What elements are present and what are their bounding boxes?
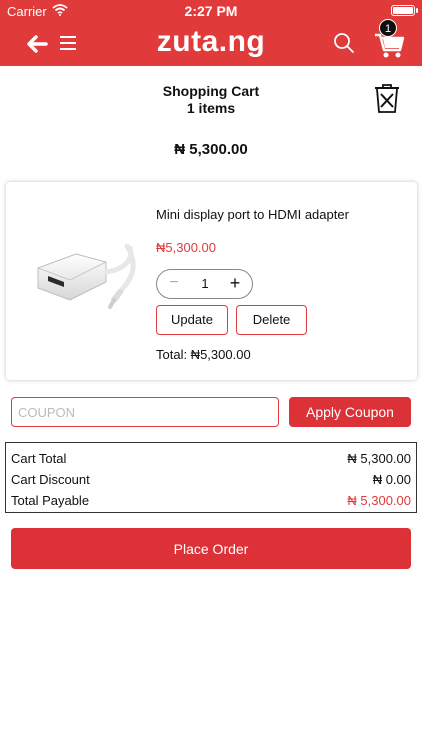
update-button[interactable]: Update xyxy=(156,305,228,335)
page-title: Shopping Cart xyxy=(162,83,260,99)
quantity-stepper[interactable]: − 1 + xyxy=(156,269,253,299)
cart-badge: 1 xyxy=(379,19,397,37)
cart-amount: ₦ 5,300.00 xyxy=(174,141,248,158)
nav-bar: zuta.ng 1 xyxy=(0,19,422,66)
app-header: Carrier 2:27 PM zuta.ng 1 xyxy=(0,0,422,66)
product-image[interactable] xyxy=(30,240,150,318)
summary-value: ₦ 0.00 xyxy=(372,472,411,487)
summary-value: ₦ 5,300.00 xyxy=(347,493,411,508)
place-order-button[interactable]: Place Order xyxy=(11,528,411,569)
summary-value: ₦ 5,300.00 xyxy=(347,451,411,466)
decrease-quantity-button[interactable]: − xyxy=(165,274,183,292)
coupon-input[interactable] xyxy=(11,397,279,427)
status-time: 2:27 PM xyxy=(184,3,238,19)
apply-coupon-button[interactable]: Apply Coupon xyxy=(289,397,411,427)
summary-label: Cart Discount xyxy=(11,472,90,487)
battery-icon xyxy=(391,5,418,16)
increase-quantity-button[interactable]: + xyxy=(226,273,244,294)
product-price: ₦5,300.00 xyxy=(156,240,216,255)
cart-item-count: 1 items xyxy=(186,100,236,116)
search-icon[interactable] xyxy=(332,31,356,55)
status-bar: Carrier 2:27 PM xyxy=(0,0,422,22)
brand-logo[interactable]: zuta.ng xyxy=(0,25,422,59)
summary-row-total-payable: Total Payable ₦ 5,300.00 xyxy=(11,491,411,511)
product-name[interactable]: Mini display port to HDMI adapter xyxy=(156,207,349,222)
cart-item-card: Mini display port to HDMI adapter ₦5,300… xyxy=(6,182,417,380)
summary-label: Cart Total xyxy=(11,451,67,466)
summary-row-cart-discount: Cart Discount ₦ 0.00 xyxy=(11,470,411,490)
item-total: Total: ₦5,300.00 xyxy=(156,347,251,362)
order-summary: Cart Total ₦ 5,300.00 Cart Discount ₦ 0.… xyxy=(5,442,417,513)
clear-cart-icon[interactable] xyxy=(372,81,402,115)
quantity-value[interactable]: 1 xyxy=(193,276,217,291)
summary-row-cart-total: Cart Total ₦ 5,300.00 xyxy=(11,449,411,469)
delete-button[interactable]: Delete xyxy=(236,305,307,335)
summary-label: Total Payable xyxy=(11,493,90,508)
